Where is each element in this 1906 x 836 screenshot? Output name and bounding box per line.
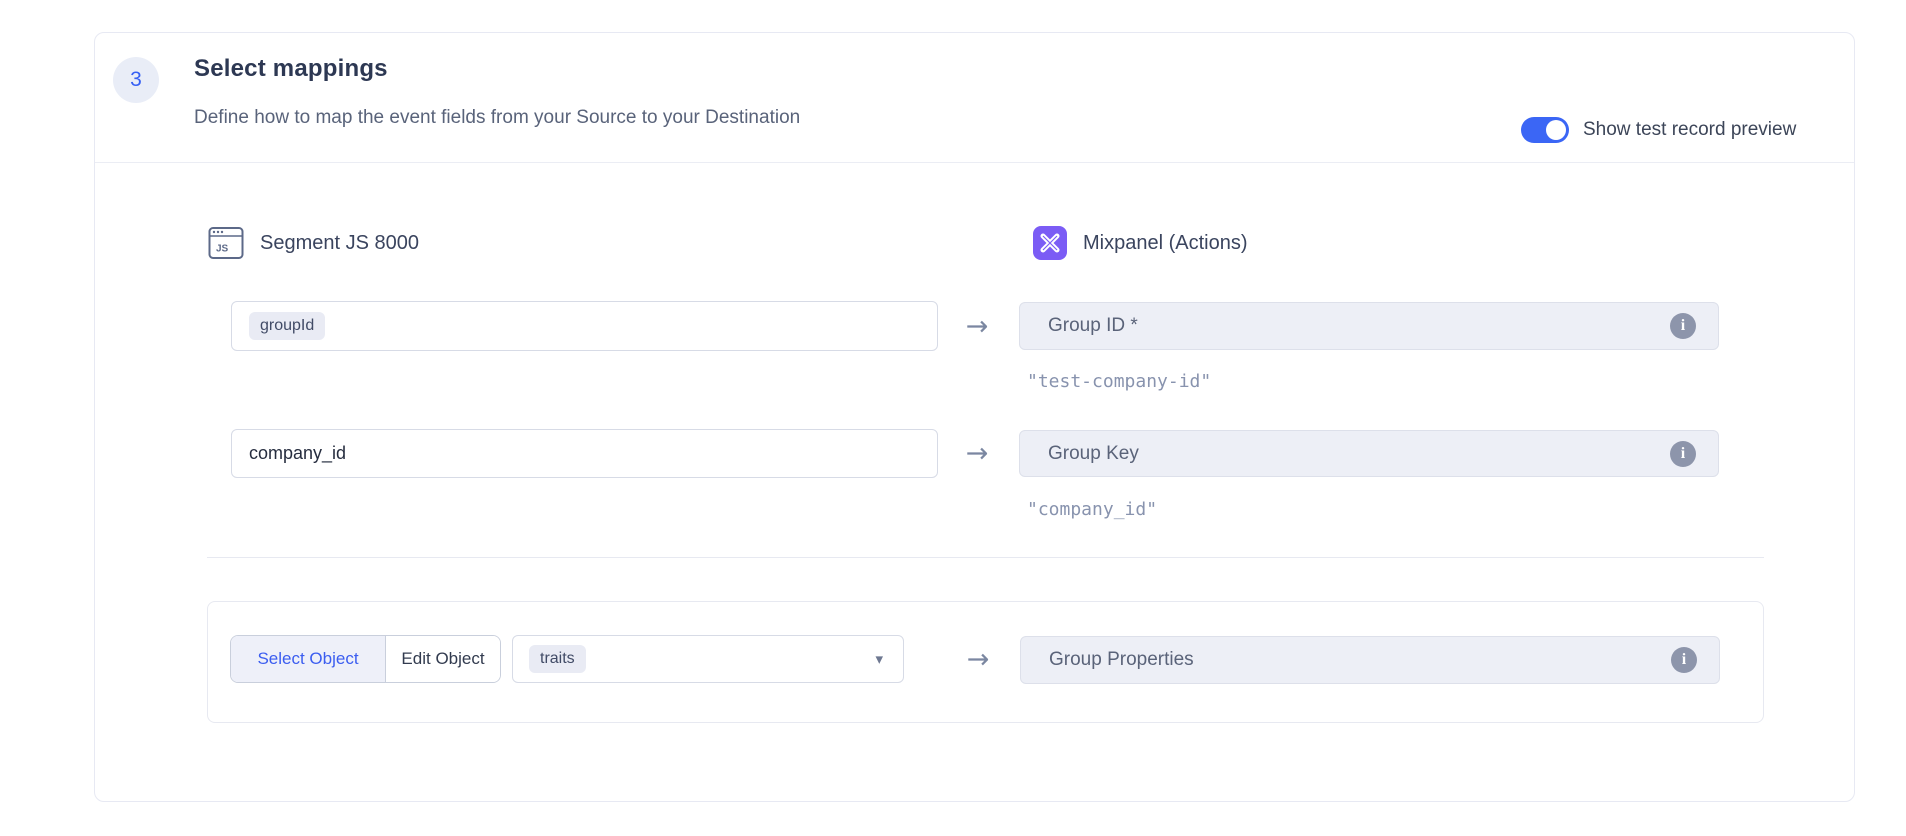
destination-name: Mixpanel (Actions) xyxy=(1083,232,1248,255)
page-title: Select mappings xyxy=(194,55,388,83)
arrow-right-icon xyxy=(947,301,1007,351)
destination-field-label: Group Key xyxy=(1048,443,1670,465)
test-preview-value: "company_id" xyxy=(1027,499,1157,520)
destination-field-label: Group ID * xyxy=(1048,315,1670,337)
source-header: JS Segment JS 8000 xyxy=(208,226,419,260)
page-subtitle: Define how to map the event fields from … xyxy=(194,107,800,129)
arrow-right-icon xyxy=(947,429,1007,478)
object-mode-button-group: Select Object Edit Object xyxy=(230,635,501,683)
test-record-preview-control: Show test record preview xyxy=(1521,117,1796,143)
select-mappings-card: 3 Select mappings Define how to map the … xyxy=(94,32,1855,802)
source-name: Segment JS 8000 xyxy=(260,232,419,255)
section-divider xyxy=(207,557,1764,558)
info-icon[interactable] xyxy=(1671,647,1697,673)
header-divider xyxy=(95,162,1854,163)
destination-field-group-properties: Group Properties xyxy=(1020,636,1720,684)
source-field-input-group-id[interactable]: groupId xyxy=(231,301,938,351)
field-chip: groupId xyxy=(249,312,325,340)
mixpanel-x-logo-icon xyxy=(1033,226,1067,260)
show-test-record-preview-toggle[interactable] xyxy=(1521,117,1569,143)
test-preview-value: "test-company-id" xyxy=(1027,371,1211,392)
step-number-badge: 3 xyxy=(113,57,159,103)
destination-header: Mixpanel (Actions) xyxy=(1033,226,1248,260)
destination-field-group-id: Group ID * xyxy=(1019,302,1719,350)
select-object-button[interactable]: Select Object xyxy=(231,636,386,682)
toggle-label: Show test record preview xyxy=(1583,119,1796,141)
info-icon[interactable] xyxy=(1670,441,1696,467)
info-icon[interactable] xyxy=(1670,313,1696,339)
destination-field-group-key: Group Key xyxy=(1019,430,1719,477)
object-source-dropdown[interactable]: traits xyxy=(512,635,904,683)
source-field-input-group-key[interactable]: company_id xyxy=(231,429,938,478)
caret-down-icon xyxy=(875,650,883,669)
object-mapping-container: Select Object Edit Object traits Group P… xyxy=(207,601,1764,723)
svg-text:JS: JS xyxy=(216,244,229,255)
browser-js-window-icon: JS xyxy=(208,226,244,260)
source-field-value: company_id xyxy=(249,443,346,464)
destination-field-label: Group Properties xyxy=(1049,649,1671,671)
arrow-right-icon xyxy=(948,635,1008,683)
edit-object-button[interactable]: Edit Object xyxy=(386,636,500,682)
field-chip: traits xyxy=(529,645,586,673)
